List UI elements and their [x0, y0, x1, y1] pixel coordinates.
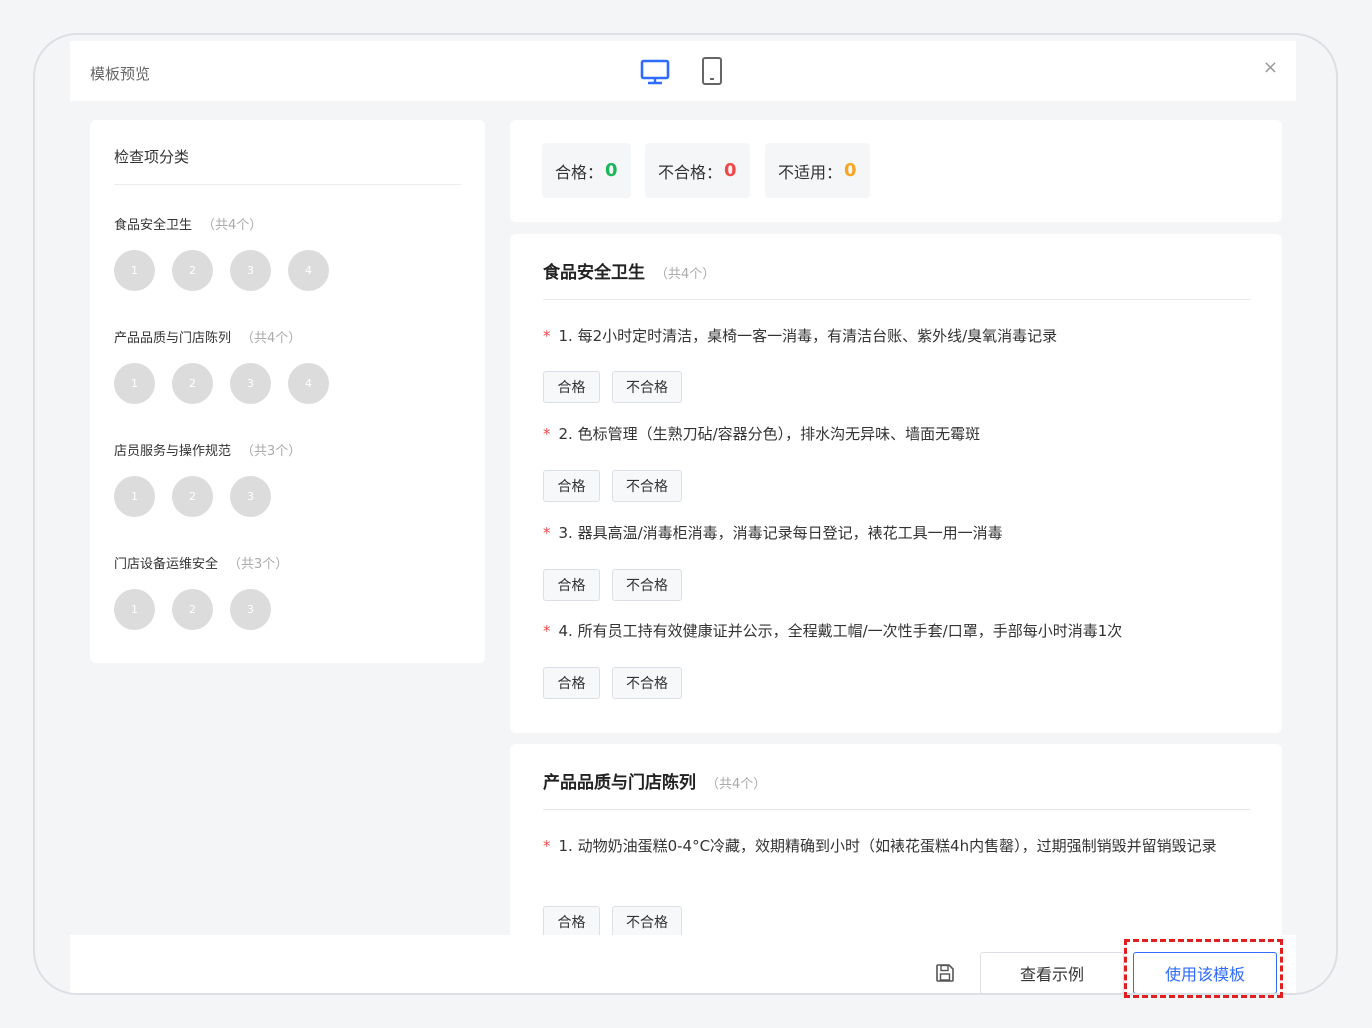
check-item: * 4. 所有员工持有效健康证并公示，全程戴工帽/一次性手套/口罩，手部每小时消毒…: [543, 619, 1250, 699]
item-index-button[interactable]: 3: [230, 589, 271, 630]
view-example-button[interactable]: 查看示例: [980, 952, 1124, 993]
section-title-text: 产品品质与门店陈列: [543, 773, 696, 793]
mobile-icon[interactable]: [700, 56, 724, 86]
item-index-button[interactable]: 3: [230, 250, 271, 291]
stat-fail-label: 不合格：: [658, 162, 723, 182]
pass-button[interactable]: 合格: [543, 569, 600, 601]
desktop-icon[interactable]: [640, 57, 670, 87]
check-item-text: 1. 动物奶油蛋糕0-4°C冷藏，效期精确到小时（如裱花蛋糕4h内售罄），过期强…: [558, 837, 1217, 855]
check-item: * 1. 每2小时定时清洁，桌椅一客一消毒，有清洁台账、紫外线/臭氧消毒记录 合格…: [543, 324, 1250, 403]
divider: [543, 809, 1250, 810]
stats-card: 合格： 0 不合格： 0 不适用： 0: [510, 120, 1282, 222]
check-item-text: 2. 色标管理（生熟刀砧/容器分色），排水沟无异味、墙面无霉斑: [558, 425, 981, 443]
check-item-text: 1. 每2小时定时清洁，桌椅一客一消毒，有清洁台账、紫外线/臭氧消毒记录: [558, 327, 1058, 345]
item-index-button[interactable]: 1: [114, 589, 155, 630]
category-name: 产品品质与门店陈列: [114, 331, 232, 346]
stat-fail: 不合格： 0: [645, 143, 750, 198]
item-index-button[interactable]: 2: [172, 363, 213, 404]
item-index-button[interactable]: 1: [114, 363, 155, 404]
stat-fail-value: 0: [724, 160, 737, 181]
check-item-text: 3. 器具高温/消毒柜消毒，消毒记录每日登记，裱花工具一用一消毒: [558, 524, 1003, 542]
preview-frame: 模板预览 × 检查项分类 食品安全卫生 （共4个） 1 2 3 4 产品品质与门店…: [33, 33, 1338, 995]
close-icon[interactable]: ×: [1263, 57, 1278, 78]
divider: [543, 299, 1250, 300]
divider: [114, 184, 461, 185]
category-count: （共3个）: [241, 444, 302, 459]
fail-button[interactable]: 不合格: [612, 569, 682, 601]
fail-button[interactable]: 不合格: [612, 667, 682, 699]
item-index-button[interactable]: 2: [172, 589, 213, 630]
preview-header: 模板预览 ×: [70, 41, 1296, 101]
category-group: 食品安全卫生 （共4个） 1 2 3 4: [114, 214, 329, 291]
item-index-button[interactable]: 3: [230, 476, 271, 517]
required-mark: *: [543, 837, 551, 855]
save-icon[interactable]: [935, 963, 955, 983]
category-name: 店员服务与操作规范: [114, 444, 232, 459]
category-group: 门店设备运维安全 （共3个） 1 2 3: [114, 553, 289, 630]
category-count: （共4个）: [202, 218, 263, 233]
category-group: 店员服务与操作规范 （共3个） 1 2 3: [114, 440, 302, 517]
pass-button[interactable]: 合格: [543, 371, 600, 403]
required-mark: *: [543, 524, 551, 542]
item-index-button[interactable]: 3: [230, 363, 271, 404]
stat-na: 不适用： 0: [765, 143, 870, 198]
fail-button[interactable]: 不合格: [612, 906, 682, 938]
section-title-text: 食品安全卫生: [543, 263, 645, 283]
category-group: 产品品质与门店陈列 （共4个） 1 2 3 4: [114, 327, 329, 404]
category-count: （共3个）: [228, 557, 289, 572]
category-name: 食品安全卫生: [114, 218, 193, 233]
section-card: 食品安全卫生 （共4个） * 1. 每2小时定时清洁，桌椅一客一消毒，有清洁台账、紫…: [510, 234, 1282, 733]
footer-bar: 查看示例 使用该模板: [70, 935, 1296, 993]
stat-pass-value: 0: [605, 160, 618, 181]
item-index-button[interactable]: 1: [114, 476, 155, 517]
item-index-button[interactable]: 4: [288, 363, 329, 404]
check-item: * 2. 色标管理（生熟刀砧/容器分色），排水沟无异味、墙面无霉斑 合格 不合格: [543, 422, 1250, 502]
check-item: * 1. 动物奶油蛋糕0-4°C冷藏，效期精确到小时（如裱花蛋糕4h内售罄），过期…: [543, 834, 1250, 938]
category-panel: 检查项分类 食品安全卫生 （共4个） 1 2 3 4 产品品质与门店陈列 （共4个）…: [90, 120, 485, 663]
category-name: 门店设备运维安全: [114, 557, 219, 572]
section-title: 食品安全卫生 （共4个）: [543, 258, 715, 283]
required-mark: *: [543, 425, 551, 443]
fail-button[interactable]: 不合格: [612, 470, 682, 502]
required-mark: *: [543, 327, 551, 345]
section-title: 产品品质与门店陈列 （共4个）: [543, 768, 766, 793]
stat-na-value: 0: [844, 160, 857, 181]
pass-button[interactable]: 合格: [543, 667, 600, 699]
required-mark: *: [543, 622, 551, 640]
item-index-button[interactable]: 1: [114, 250, 155, 291]
category-count: （共4个）: [241, 331, 302, 346]
category-panel-title: 检查项分类: [114, 148, 190, 166]
stat-pass-label: 合格：: [555, 162, 604, 182]
pass-button[interactable]: 合格: [543, 906, 600, 938]
check-item: * 3. 器具高温/消毒柜消毒，消毒记录每日登记，裱花工具一用一消毒 合格 不合格: [543, 521, 1250, 601]
stat-na-label: 不适用：: [778, 162, 843, 182]
section-count: （共4个）: [655, 267, 716, 282]
page-title: 模板预览: [90, 65, 151, 83]
pass-button[interactable]: 合格: [543, 470, 600, 502]
item-index-button[interactable]: 2: [172, 250, 213, 291]
stat-pass: 合格： 0: [542, 143, 631, 198]
section-count: （共4个）: [706, 777, 767, 792]
item-index-button[interactable]: 2: [172, 476, 213, 517]
use-template-button[interactable]: 使用该模板: [1133, 952, 1277, 993]
section-card: 产品品质与门店陈列 （共4个） * 1. 动物奶油蛋糕0-4°C冷藏，效期精确到小时…: [510, 744, 1282, 944]
item-index-button[interactable]: 4: [288, 250, 329, 291]
fail-button[interactable]: 不合格: [612, 371, 682, 403]
check-item-text: 4. 所有员工持有效健康证并公示，全程戴工帽/一次性手套/口罩，手部每小时消毒1…: [558, 622, 1123, 640]
